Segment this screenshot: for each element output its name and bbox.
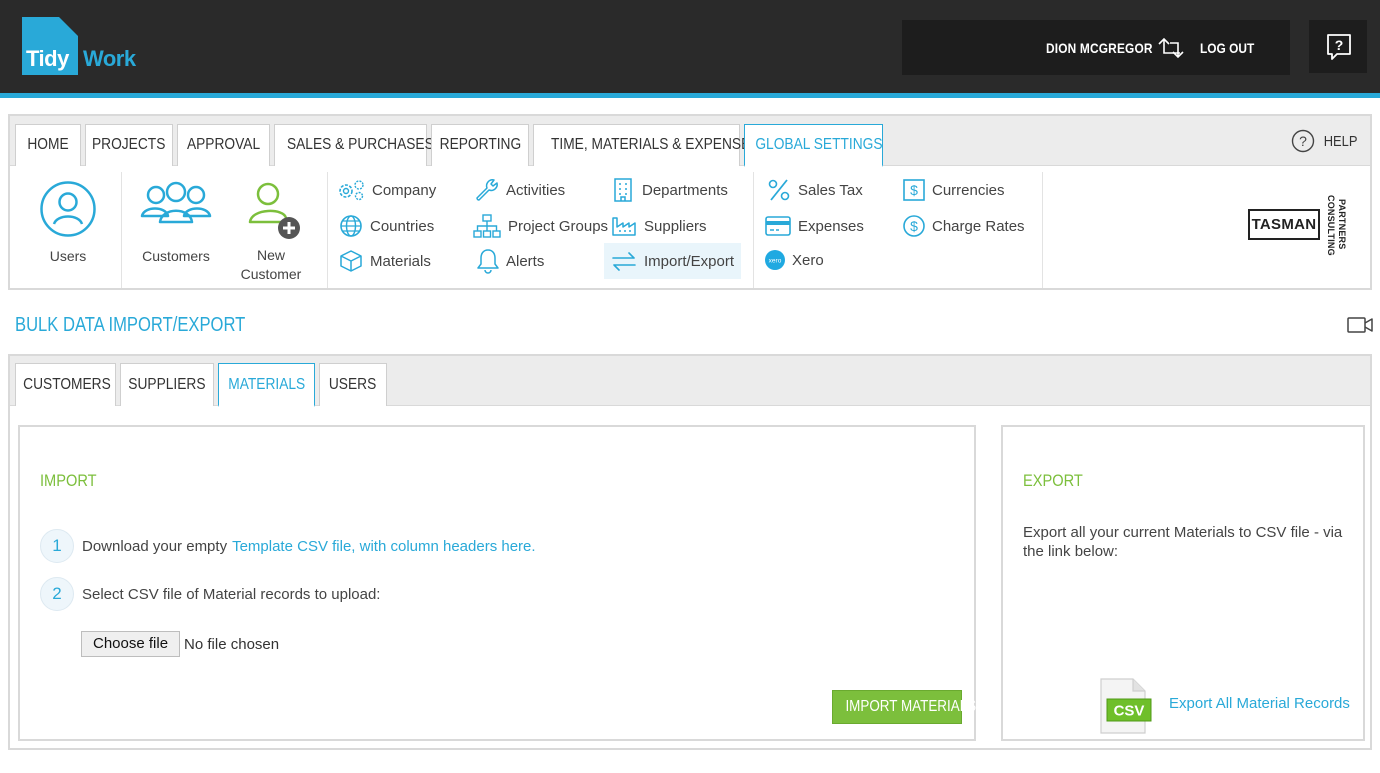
user-name[interactable]: DION MCGREGOR [1046, 40, 1153, 56]
nav-departments[interactable]: Departments [610, 176, 728, 204]
template-csv-link[interactable]: Template CSV file, with column headers h… [232, 538, 535, 555]
csv-file-icon[interactable]: CSV [1097, 677, 1157, 735]
export-all-link[interactable]: Export All Material Records [1169, 695, 1350, 712]
accent-stripe [0, 93, 1380, 98]
tab-materials[interactable]: MATERIALS [218, 363, 315, 407]
tab-time-materials-expenses[interactable]: TIME, MATERIALS & EXPENSES [533, 124, 759, 166]
svg-text:CSV: CSV [1114, 703, 1145, 720]
nav-project-groups[interactable]: Project Groups [472, 212, 608, 240]
nav-users[interactable]: Users [32, 176, 104, 276]
building-icon [614, 178, 632, 202]
dollar-circle-icon: $ [903, 215, 925, 237]
logout-icon[interactable] [1156, 37, 1186, 59]
question-box-icon: ? [1327, 34, 1351, 60]
credit-card-icon [765, 216, 791, 236]
tab-users[interactable]: USERS [319, 363, 387, 406]
tab-reporting[interactable]: REPORTING [431, 124, 529, 166]
percent-icon [768, 179, 790, 201]
help-link[interactable]: ? HELP [1291, 128, 1360, 154]
cogs-icon [339, 180, 364, 201]
import-step-2: 2 Select CSV file of Material records to… [40, 577, 380, 611]
tab-suppliers[interactable]: SUPPLIERS [120, 363, 214, 406]
tidywork-logo[interactable]: Tidy Work [22, 17, 142, 75]
nav-new-customer[interactable]: New Customer [232, 176, 310, 288]
add-user-icon [248, 182, 300, 239]
nav-customers[interactable]: Customers [132, 176, 220, 276]
xero-icon: xero [765, 250, 785, 270]
svg-text:$: $ [910, 182, 918, 198]
nav-expenses[interactable]: Expenses [764, 212, 864, 240]
svg-text:?: ? [1299, 133, 1307, 149]
nav-alerts[interactable]: Alerts [476, 247, 544, 275]
tab-sales-purchases[interactable]: SALES & PURCHASES [274, 124, 434, 166]
choose-file-button[interactable]: Choose file [81, 631, 181, 657]
nav-xero[interactable]: xero Xero [764, 246, 824, 274]
cube-icon [340, 250, 362, 272]
user-box: DION MCGREGOR LOG OUT [902, 20, 1290, 75]
nav-countries[interactable]: Countries [338, 212, 434, 240]
import-materials-button[interactable]: IMPORT MATERIALS [832, 690, 976, 724]
import-section: IMPORT 1 Download your empty Template CS… [18, 425, 976, 741]
import-heading: IMPORT [40, 471, 97, 490]
user-circle-icon [40, 181, 96, 237]
help-button[interactable]: ? [1309, 20, 1367, 73]
export-description: Export all your current Materials to CSV… [1023, 524, 1343, 560]
nav-charge-rates[interactable]: $ Charge Rates [902, 212, 1025, 240]
svg-text:$: $ [910, 218, 918, 234]
dollar-box-icon: $ [903, 179, 925, 201]
nav-sales-tax[interactable]: Sales Tax [766, 176, 863, 204]
tab-home[interactable]: HOME [15, 124, 81, 166]
user-group-icon [140, 181, 212, 224]
svg-text:xero: xero [769, 258, 782, 265]
step-number: 1 [40, 529, 74, 563]
top-bar: Tidy Work DION MCGREGOR LOG OUT ? [0, 0, 1380, 93]
help-circle-icon: ? [1291, 129, 1315, 153]
tab-approval[interactable]: APPROVAL [177, 124, 270, 166]
nav-company[interactable]: Company [336, 176, 436, 204]
entity-tabs: CUSTOMERS SUPPLIERS MATERIALS USERS [10, 356, 1370, 407]
tasman-partner-logo: TASMAN CONSULTING PARTNERS [1248, 194, 1372, 256]
tab-global-settings[interactable]: GLOBAL SETTINGS [744, 124, 883, 167]
nav-import-export[interactable]: Import/Export [604, 243, 741, 279]
nav-currencies[interactable]: $ Currencies [902, 176, 1005, 204]
nav-activities[interactable]: Activities [474, 176, 565, 204]
tab-customers[interactable]: CUSTOMERS [15, 363, 116, 406]
file-input: Choose file No file chosen [81, 631, 279, 657]
bell-icon [477, 249, 499, 274]
export-section: EXPORT Export all your current Materials… [1001, 425, 1365, 741]
tab-projects[interactable]: PROJECTS [85, 124, 173, 166]
page-title: BULK DATA IMPORT/EXPORT [15, 314, 246, 336]
import-step-1: 1 Download your empty Template CSV file,… [40, 529, 536, 563]
globe-icon [340, 215, 362, 237]
arrows-exchange-icon [612, 252, 636, 271]
import-export-panel: CUSTOMERS SUPPLIERS MATERIALS USERS IMPO… [8, 354, 1372, 750]
svg-text:?: ? [1335, 37, 1344, 53]
step-number: 2 [40, 577, 74, 611]
logout-button[interactable]: LOG OUT [1200, 40, 1254, 56]
hierarchy-icon [473, 214, 501, 238]
nav-suppliers[interactable]: Suppliers [610, 212, 707, 240]
main-nav-panel: HOME PROJECTS APPROVAL SALES & PURCHASES… [8, 114, 1372, 290]
export-heading: EXPORT [1023, 471, 1083, 490]
main-tabs: HOME PROJECTS APPROVAL SALES & PURCHASES… [10, 116, 1370, 167]
wrench-icon [476, 179, 498, 201]
video-camera-icon[interactable] [1346, 315, 1374, 335]
factory-icon [612, 217, 636, 236]
file-status: No file chosen [184, 635, 280, 653]
nav-materials[interactable]: Materials [338, 247, 431, 275]
